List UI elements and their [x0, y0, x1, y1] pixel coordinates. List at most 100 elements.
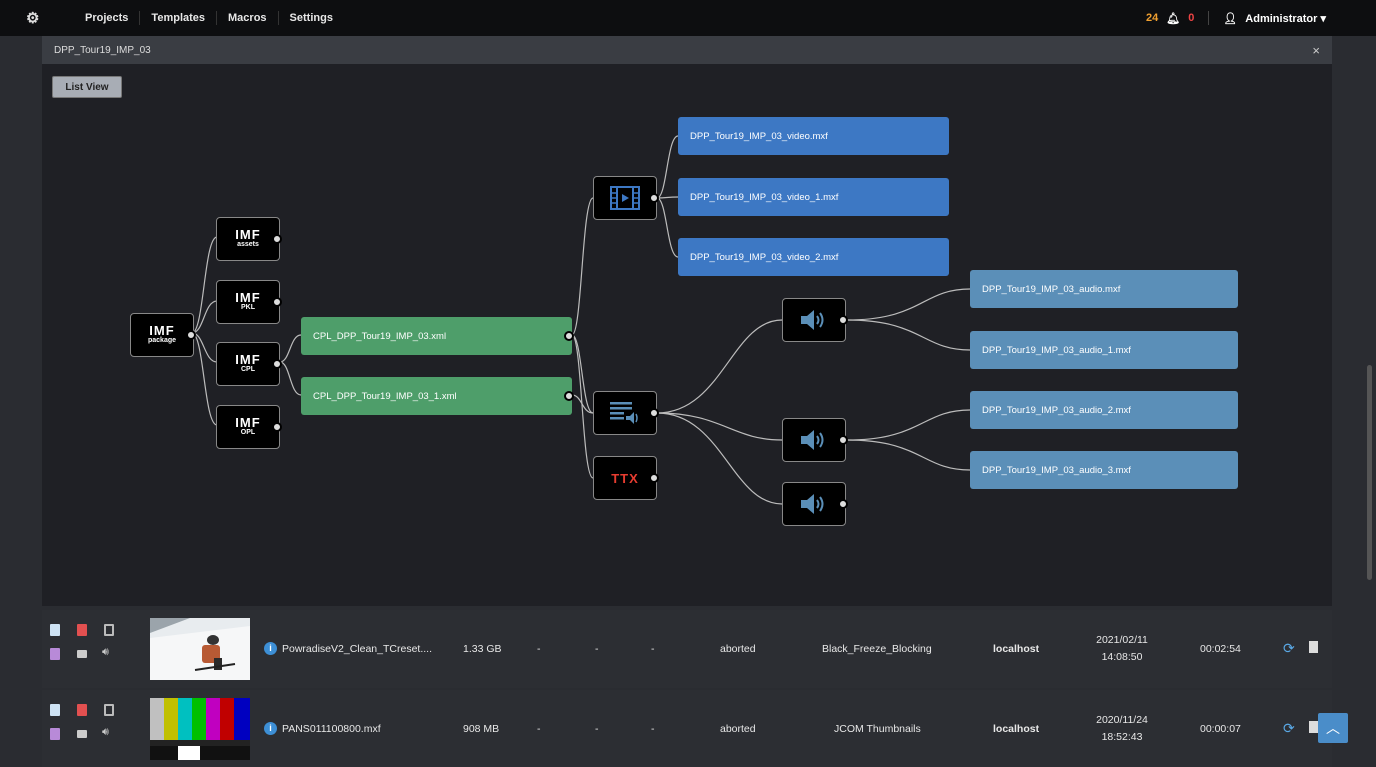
info-icon[interactable]: i [264, 642, 277, 655]
speaker-icon [801, 430, 824, 450]
database-icon[interactable] [104, 704, 114, 716]
document-icon[interactable] [50, 624, 60, 636]
list-view-button[interactable]: List View [52, 76, 122, 98]
job-row[interactable]: 🔊︎ i PANS011100800.mxf 908 MB - - - abor… [42, 690, 1332, 767]
color-bars-thumbnail[interactable] [150, 698, 250, 760]
speaker-icon [801, 494, 824, 514]
speaker-node[interactable] [782, 482, 848, 526]
nav-projects[interactable]: Projects [74, 11, 139, 25]
imf-sublabel: assets [237, 241, 259, 248]
pdf-icon[interactable] [77, 624, 87, 636]
collapse-toggle[interactable] [649, 193, 659, 203]
user-icon: 👤︎ [1223, 12, 1238, 25]
report-icon[interactable] [50, 728, 60, 740]
job-file-name[interactable]: PANS011100800.mxf [282, 723, 381, 735]
expand-toggle[interactable] [272, 422, 282, 432]
collapse-toggle[interactable] [838, 435, 848, 445]
job-file-name[interactable]: PowradiseV2_Clean_TCreset.... [282, 643, 432, 655]
video-thumbnail[interactable] [150, 618, 250, 680]
file-name: DPP_Tour19_IMP_03_video_2.mxf [690, 251, 839, 263]
scroll-to-top-button[interactable]: ︿ [1318, 713, 1348, 743]
speaker-icon [801, 310, 824, 330]
bell-icon[interactable]: 🔔︎ [1166, 12, 1180, 25]
user-menu[interactable]: Administrator ▾ [1245, 12, 1326, 25]
expand-toggle[interactable] [838, 499, 848, 509]
job-host: localhost [993, 723, 1040, 735]
imf-label: IMF [235, 352, 261, 367]
expand-toggle[interactable] [272, 234, 282, 244]
job-duration: 00:00:07 [1200, 723, 1241, 735]
imf-pkl-node[interactable]: IMF PKL [216, 280, 282, 324]
ttx-track-node[interactable]: TTX [593, 456, 659, 500]
topbar-right: 24 🔔︎ 0 👤︎ Administrator ▾ [1146, 11, 1326, 25]
imf-package-node[interactable]: IMF package [130, 313, 196, 357]
job-duration: 00:02:54 [1200, 643, 1241, 655]
info-icon[interactable]: i [264, 722, 277, 735]
speaker-icon[interactable]: 🔊︎ [102, 726, 109, 739]
nav-macros[interactable]: Macros [216, 11, 278, 25]
trash-icon[interactable] [1309, 641, 1318, 653]
speaker-icon[interactable]: 🔊︎ [102, 646, 109, 659]
audio-file-node[interactable]: DPP_Tour19_IMP_03_audio_2.mxf [970, 391, 1238, 429]
trash-icon[interactable] [1309, 721, 1318, 733]
pdf-icon[interactable] [77, 704, 87, 716]
audio-file-node[interactable]: DPP_Tour19_IMP_03_audio_3.mxf [970, 451, 1238, 489]
video-track-node[interactable] [593, 176, 659, 220]
file-name: CPL_DPP_Tour19_IMP_03.xml [313, 330, 447, 342]
expand-toggle[interactable] [564, 391, 574, 401]
video-file-node[interactable]: DPP_Tour19_IMP_03_video.mxf [678, 117, 949, 155]
nav-templates[interactable]: Templates [139, 11, 216, 25]
job-row[interactable]: 🔊︎ i PowradiseV2_Clean_TCreset.... 1.33 … [42, 610, 1332, 688]
collapse-toggle[interactable] [272, 359, 282, 369]
expand-toggle[interactable] [649, 473, 659, 483]
page-scrollbar[interactable] [1367, 365, 1372, 580]
imf-label: IMF [149, 323, 175, 338]
speaker-node[interactable] [782, 418, 848, 462]
expand-toggle[interactable] [272, 297, 282, 307]
video-file-node[interactable]: DPP_Tour19_IMP_03_video_1.mxf [678, 178, 949, 216]
speaker-node[interactable] [782, 298, 848, 342]
video-file-node[interactable]: DPP_Tour19_IMP_03_video_2.mxf [678, 238, 949, 276]
imf-label: IMF [235, 227, 261, 242]
warning-count[interactable]: 24 [1146, 12, 1158, 24]
job-workflow: Black_Freeze_Blocking [822, 643, 932, 655]
gear-icon[interactable]: ⚙ [26, 9, 56, 27]
audio-track-node[interactable] [593, 391, 659, 435]
audio-file-node[interactable]: DPP_Tour19_IMP_03_audio_1.mxf [970, 331, 1238, 369]
job-date: 2021/02/11 [1096, 634, 1148, 646]
restart-icon[interactable]: ⟳ [1283, 720, 1295, 737]
mail-icon[interactable] [77, 730, 87, 738]
audio-file-node[interactable]: DPP_Tour19_IMP_03_audio.mxf [970, 270, 1238, 308]
file-name: DPP_Tour19_IMP_03_audio_1.mxf [982, 344, 1131, 356]
job-col-3: - [651, 723, 655, 735]
job-status: aborted [720, 723, 756, 735]
restart-icon[interactable]: ⟳ [1283, 640, 1295, 657]
alert-count[interactable]: 0 [1188, 12, 1194, 24]
collapse-toggle[interactable] [564, 331, 574, 341]
cpl-file-node[interactable]: CPL_DPP_Tour19_IMP_03.xml [301, 317, 574, 355]
report-icon[interactable] [50, 648, 60, 660]
job-col-2: - [595, 643, 599, 655]
mail-icon[interactable] [77, 650, 87, 658]
database-icon[interactable] [104, 624, 114, 636]
file-name: DPP_Tour19_IMP_03_audio.mxf [982, 283, 1121, 295]
imf-sublabel: PKL [241, 304, 255, 311]
job-col-2: - [595, 723, 599, 735]
nav-settings[interactable]: Settings [277, 11, 344, 25]
collapse-toggle[interactable] [838, 315, 848, 325]
imf-label: IMF [235, 290, 261, 305]
imf-sublabel: OPL [240, 429, 256, 436]
cpl-file-node[interactable]: CPL_DPP_Tour19_IMP_03_1.xml [301, 377, 574, 415]
collapse-toggle[interactable] [649, 408, 659, 418]
audio-list-icon [610, 402, 638, 424]
imf-assets-node[interactable]: IMF assets [216, 217, 282, 261]
job-col-3: - [651, 643, 655, 655]
imf-opl-node[interactable]: IMF OPL [216, 405, 282, 449]
job-workflow: JCOM Thumbnails [834, 723, 921, 735]
imf-sublabel: package [147, 337, 177, 344]
job-host: localhost [993, 643, 1040, 655]
document-icon[interactable] [50, 704, 60, 716]
collapse-toggle[interactable] [186, 330, 196, 340]
imf-cpl-node[interactable]: IMF CPL [216, 342, 282, 386]
ttx-label: TTX [611, 470, 639, 486]
